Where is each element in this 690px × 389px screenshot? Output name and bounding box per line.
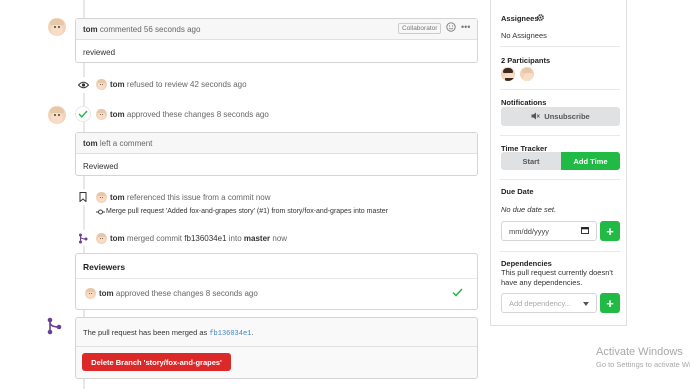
bell-mute-icon [531, 112, 541, 122]
event-text: approved these changes 8 seconds ago [126, 110, 269, 119]
start-timer-button[interactable]: Start [501, 152, 561, 170]
calendar-icon[interactable] [581, 226, 589, 236]
add-due-date-button[interactable]: + [600, 221, 620, 241]
participant-avatar[interactable] [520, 67, 534, 81]
review-comment-header: tom left a comment [76, 133, 477, 154]
divider [500, 89, 620, 90]
event-author[interactable]: tom [110, 110, 125, 119]
assignees-title: Assignees [501, 14, 539, 23]
comment-body: reviewed [83, 48, 116, 57]
review-comment-body: Reviewed [83, 162, 119, 171]
participant-avatar[interactable] [501, 67, 515, 81]
comment-meta: commented 56 seconds ago [99, 25, 201, 34]
smiley-icon[interactable] [446, 22, 456, 32]
event-author[interactable]: tom [110, 193, 125, 202]
collaborator-badge: Collaborator [398, 23, 442, 34]
avatar[interactable] [48, 106, 66, 124]
commit-icon [96, 208, 105, 215]
divider [500, 135, 620, 136]
bookmark-icon [75, 189, 91, 205]
refused-review-event: tom refused to review 42 seconds ago [110, 80, 247, 89]
avatar[interactable] [96, 233, 107, 244]
reviewers-card: Reviewers [75, 253, 478, 310]
reviewer-row: tom approved these changes 8 seconds ago [99, 289, 258, 298]
branch-name[interactable]: master [244, 234, 270, 243]
due-date-input[interactable]: mm/dd/yyyy [501, 221, 597, 241]
dependencies-title: Dependencies [501, 259, 552, 268]
activate-windows-title: Activate Windows [596, 346, 683, 358]
avatar[interactable] [85, 288, 96, 299]
add-time-button[interactable]: Add Time [561, 152, 620, 170]
divider [500, 179, 620, 180]
assignees-value: No Assignees [501, 31, 547, 40]
divider [500, 46, 620, 47]
date-placeholder: mm/dd/yyyy [509, 226, 550, 236]
comment-author[interactable]: tom [83, 25, 98, 34]
activate-windows-subtitle: Go to Settings to activate Windows. [596, 360, 690, 369]
plus-icon: + [606, 223, 614, 239]
dependency-placeholder: Add dependency... [509, 298, 571, 308]
dependencies-value: This pull request currently doesn't have… [501, 268, 613, 287]
event-text: into [228, 234, 242, 243]
chevron-down-icon [583, 299, 589, 308]
check-icon [75, 106, 91, 122]
unsubscribe-label: Unsubscribe [544, 112, 590, 121]
event-text: now [272, 234, 288, 243]
divider [500, 251, 620, 252]
participants-title: 2 Participants [501, 56, 551, 65]
merge-icon [46, 317, 62, 337]
reviewer-author[interactable]: tom [99, 289, 114, 298]
merge-status-text: The pull request has been merged as fb13… [76, 318, 477, 347]
due-date-title: Due Date [501, 187, 534, 196]
event-author[interactable]: tom [110, 234, 125, 243]
reviewers-title: Reviewers [76, 254, 477, 279]
merged-event: tom merged commit fb136034e1 into master… [110, 234, 287, 243]
event-text: merged commit [126, 234, 183, 243]
event-text: refused to review 42 seconds ago [126, 80, 247, 89]
approved-event: tom approved these changes 8 seconds ago [110, 110, 269, 119]
notifications-title: Notifications [501, 98, 547, 107]
avatar[interactable] [48, 18, 66, 36]
add-dependency-button[interactable]: + [600, 293, 620, 313]
avatar[interactable] [96, 192, 107, 203]
comment-author[interactable]: tom [83, 139, 98, 148]
comment-meta: left a comment [99, 139, 153, 148]
add-dependency-dropdown[interactable]: Add dependency... [501, 293, 597, 313]
unsubscribe-button[interactable]: Unsubscribe [501, 107, 620, 126]
referenced-event: tom referenced this issue from a commit … [110, 193, 271, 202]
reviewer-status: approved these changes 8 seconds ago [115, 289, 258, 298]
plus-icon: + [606, 295, 614, 311]
gear-icon[interactable] [536, 13, 545, 24]
event-text: referenced this issue from a commit now [126, 193, 271, 202]
event-author[interactable]: tom [110, 80, 125, 89]
delete-branch-button[interactable]: Delete Branch 'story/fox-and-grapes' [82, 353, 231, 371]
check-icon [452, 288, 463, 299]
more-icon[interactable]: ••• [461, 22, 470, 32]
avatar[interactable] [96, 79, 107, 90]
merge-commit-link[interactable]: fb136034e1 [209, 330, 251, 338]
due-date-value: No due date set. [501, 205, 557, 214]
merge-period: . [251, 328, 254, 337]
review-comment-card: tom left a comment Reviewed [75, 132, 478, 176]
merge-icon [75, 230, 91, 246]
merge-text: The pull request has been merged as [83, 328, 208, 337]
commit-message[interactable]: Merge pull request 'Added fox-and-grapes… [106, 208, 388, 215]
avatar[interactable] [96, 109, 107, 120]
commit-link[interactable]: fb136034e1 [184, 234, 226, 243]
eye-icon [75, 77, 91, 93]
